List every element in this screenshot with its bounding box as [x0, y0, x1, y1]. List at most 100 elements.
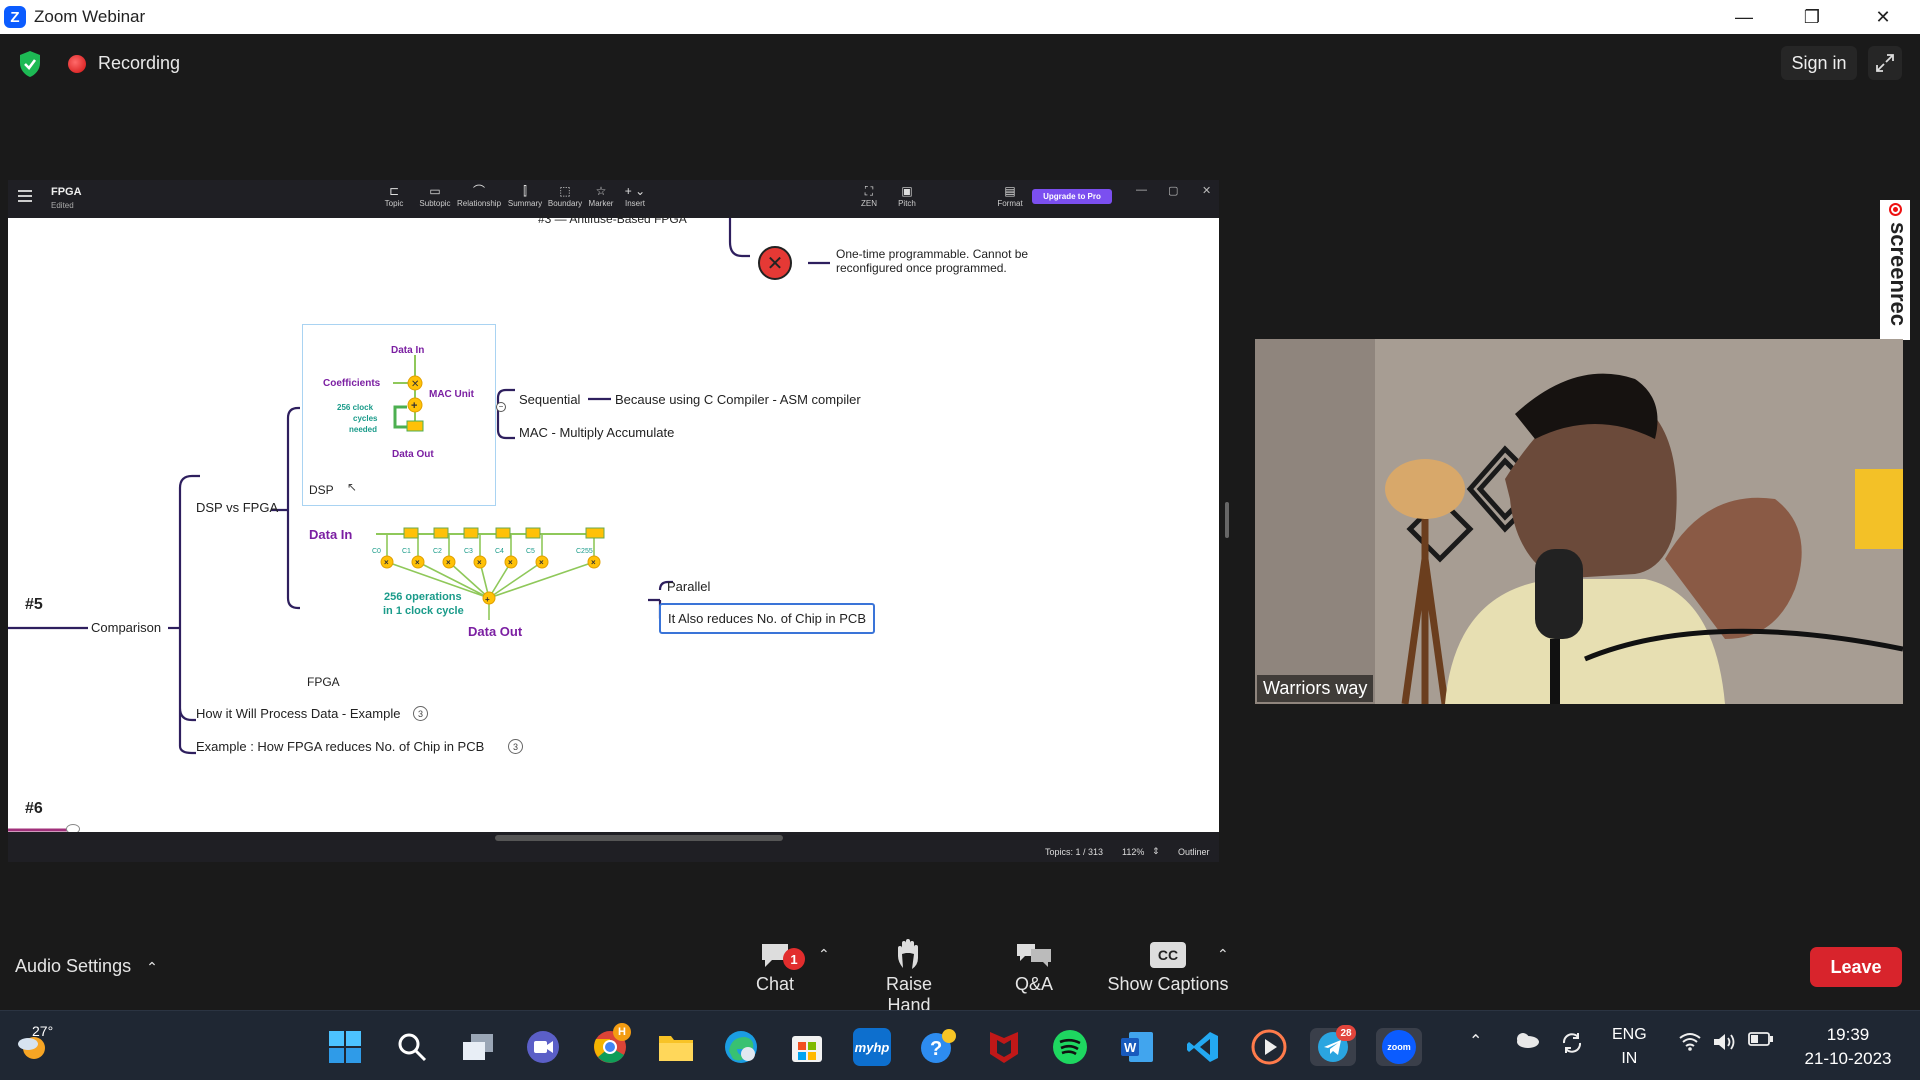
- audio-settings-button[interactable]: Audio Settings ⌃: [15, 956, 158, 977]
- mindmap-node-process-example[interactable]: How it Will Process Data - Example: [196, 706, 400, 721]
- mindmap-node-sequential-reason[interactable]: Because using C Compiler - ASM compiler: [615, 392, 861, 407]
- ms-store-icon[interactable]: [788, 1028, 826, 1066]
- svg-text:×: ×: [384, 558, 389, 567]
- tool-subtopic[interactable]: ▭ Subtopic: [412, 183, 458, 208]
- file-explorer-icon[interactable]: [657, 1028, 695, 1066]
- mindmap-canvas[interactable]: #3 — Antifuse-Based FPGA ✕ One-time prog…: [8, 212, 1219, 834]
- onedrive-cloud-icon[interactable]: [1514, 1031, 1540, 1054]
- search-icon[interactable]: [393, 1028, 431, 1066]
- zoom-logo-icon: Z: [4, 6, 26, 28]
- dsp-coefficients: Coefficients: [323, 378, 381, 389]
- mindmap-node-reduces-chip[interactable]: It Also reduces No. of Chip in PCB: [659, 603, 875, 634]
- chat-button[interactable]: 1 Chat: [749, 936, 805, 995]
- participant-video[interactable]: Warriors way: [1255, 339, 1903, 704]
- chevron-up-icon[interactable]: ⌃: [818, 946, 830, 963]
- app-close-icon[interactable]: ✕: [1202, 184, 1211, 197]
- fpga-data-out: Data Out: [468, 624, 523, 639]
- dsp-image-node[interactable]: ✕ + Data In Coefficients MAC Unit 256 cl…: [302, 324, 496, 506]
- restore-button[interactable]: ❐: [1784, 0, 1840, 34]
- tool-relationship[interactable]: ⌒ Relationship: [456, 183, 502, 208]
- spotify-icon[interactable]: [1051, 1028, 1089, 1066]
- format-icon: ▤: [1004, 184, 1016, 198]
- sync-icon[interactable]: [1560, 1031, 1584, 1060]
- hand-icon: [862, 936, 956, 974]
- tool-format[interactable]: ▤ Format: [987, 183, 1033, 208]
- topics-count: Topics: 1 / 313: [1045, 847, 1104, 857]
- fullscreen-icon[interactable]: [1868, 46, 1902, 80]
- word-icon[interactable]: W: [1118, 1028, 1156, 1066]
- outliner-button[interactable]: Outliner: [1178, 847, 1210, 857]
- zoom-stepper-icon[interactable]: ⇕: [1152, 846, 1160, 857]
- chevron-up-icon[interactable]: ⌃: [146, 959, 158, 975]
- expand-toggle-icon[interactable]: 3: [508, 739, 523, 754]
- chevron-up-icon[interactable]: ⌃: [1469, 1031, 1482, 1051]
- chevron-up-icon[interactable]: ⌃: [1217, 946, 1229, 963]
- collapse-toggle-icon[interactable]: −: [496, 402, 506, 412]
- dsp-caption: DSP: [309, 483, 334, 497]
- upgrade-pro-button[interactable]: Upgrade to Pro: [1032, 189, 1112, 204]
- windows-start-icon[interactable]: [326, 1028, 364, 1066]
- antifuse-note-line1: One-time programmable. Cannot be: [836, 247, 1029, 261]
- get-help-icon[interactable]: ?: [919, 1028, 957, 1066]
- tool-label: Relationship: [456, 199, 502, 208]
- task-view-icon[interactable]: [459, 1028, 497, 1066]
- svg-text:×: ×: [477, 558, 482, 567]
- dsp-data-out: Data Out: [392, 449, 434, 460]
- mindmap-node-dsp-vs-fpga[interactable]: DSP vs FPGA: [196, 500, 278, 515]
- svg-text:×: ×: [446, 558, 451, 567]
- windows-taskbar: 27° H myhp ? W 28 zoom ⌃ ENG IN 19:39 21…: [0, 1010, 1920, 1080]
- splitter-handle[interactable]: [1225, 502, 1229, 538]
- show-captions-button[interactable]: CC Show Captions: [1104, 936, 1232, 995]
- mcafee-icon[interactable]: [985, 1028, 1023, 1066]
- myhp-icon[interactable]: myhp: [853, 1028, 891, 1066]
- window-title: Zoom Webinar: [34, 7, 146, 26]
- app-maximize-icon[interactable]: ▢: [1168, 184, 1178, 197]
- zoom-level[interactable]: 112%: [1122, 847, 1144, 857]
- sign-in-button[interactable]: Sign in: [1781, 46, 1857, 80]
- chrome-icon[interactable]: H: [591, 1023, 631, 1066]
- minimize-button[interactable]: —: [1716, 0, 1772, 34]
- participant-name: Warriors way: [1257, 675, 1374, 702]
- svg-text:+: +: [485, 595, 490, 604]
- telegram-icon[interactable]: 28: [1310, 1025, 1356, 1066]
- tool-topic[interactable]: ⊏ Topic: [371, 183, 417, 208]
- recording-indicator-icon: [68, 55, 86, 73]
- tool-pitch[interactable]: ▣ Pitch: [884, 183, 930, 208]
- mindmap-node-parallel[interactable]: Parallel: [667, 579, 710, 594]
- battery-icon[interactable]: [1748, 1031, 1774, 1052]
- meet-video-icon[interactable]: [524, 1028, 562, 1066]
- security-shield-icon[interactable]: [18, 50, 42, 78]
- meeting-controls: Audio Settings ⌃ 1 Chat ⌃ Raise Hand Q&A…: [0, 920, 1920, 1015]
- expand-toggle-icon[interactable]: 3: [413, 706, 428, 721]
- edge-icon[interactable]: [722, 1028, 760, 1066]
- mindmap-node-comparison[interactable]: Comparison: [91, 620, 161, 635]
- tool-insert[interactable]: + ⌄ Insert: [612, 183, 658, 208]
- section-6-label: #6: [25, 800, 43, 817]
- language-indicator[interactable]: ENG IN: [1612, 1023, 1647, 1071]
- screenrec-widget[interactable]: screenrec: [1880, 200, 1911, 340]
- zoom-taskbar-icon[interactable]: zoom: [1376, 1028, 1422, 1066]
- app-minimize-icon[interactable]: —: [1136, 184, 1147, 196]
- cc-icon: CC: [1104, 936, 1232, 974]
- mindmap-node-chip-example[interactable]: Example : How FPGA reduces No. of Chip i…: [196, 739, 484, 754]
- fpga-image-node[interactable]: × × × × × × × + Data In C0 C1 C2 C3 C4 C5 C255…: [304, 518, 642, 666]
- volume-icon[interactable]: [1712, 1031, 1736, 1058]
- mindmap-node-antifuse[interactable]: #3 — Antifuse-Based FPGA: [538, 212, 687, 226]
- hamburger-menu-icon[interactable]: [18, 190, 32, 204]
- weather-widget[interactable]: 27°: [14, 1023, 54, 1063]
- mindmap-node-sequential[interactable]: Sequential: [519, 392, 580, 407]
- qa-button[interactable]: Q&A: [1008, 936, 1060, 995]
- fpga-caption: FPGA: [307, 675, 340, 689]
- media-player-icon[interactable]: [1250, 1028, 1288, 1066]
- svg-text:×: ×: [508, 558, 513, 567]
- fpga-coef-c4: C4: [495, 548, 504, 555]
- horizontal-scrollbar[interactable]: [8, 832, 1219, 842]
- mindmap-node-mac[interactable]: MAC - Multiply Accumulate: [519, 425, 674, 440]
- raise-hand-button[interactable]: Raise Hand: [862, 936, 956, 1016]
- system-clock[interactable]: 19:39 21-10-2023: [1793, 1023, 1903, 1071]
- close-button[interactable]: ✕: [1855, 0, 1911, 34]
- scroll-thumb[interactable]: [495, 835, 783, 841]
- leave-button[interactable]: Leave: [1810, 947, 1902, 987]
- wifi-icon[interactable]: [1678, 1031, 1702, 1056]
- vscode-icon[interactable]: [1184, 1028, 1222, 1066]
